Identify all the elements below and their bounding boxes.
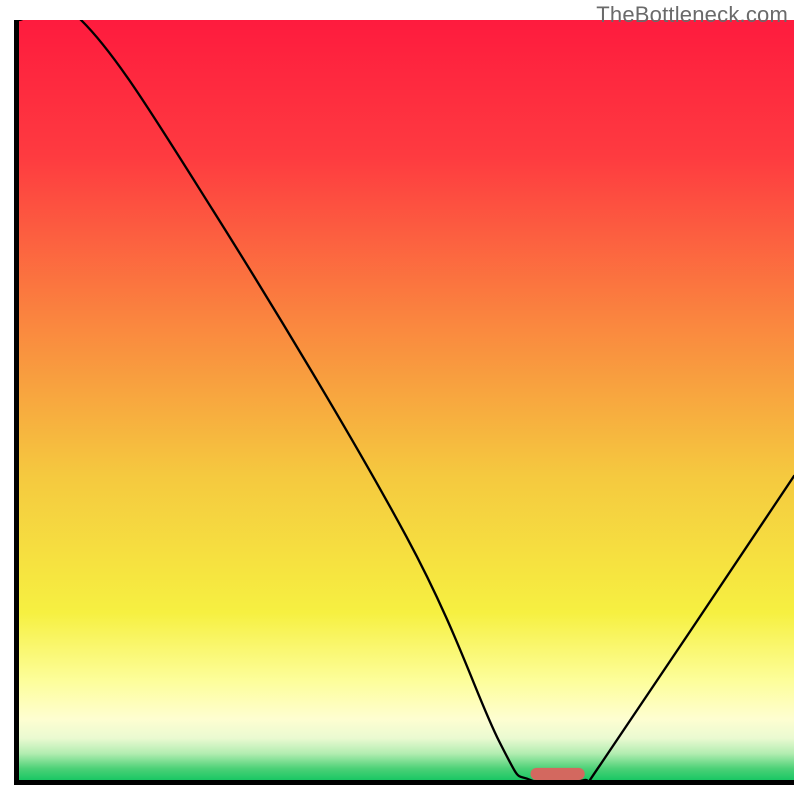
chart-container: TheBottleneck.com [0, 0, 800, 800]
highlight-marker [19, 20, 794, 780]
plot-area [14, 20, 794, 785]
watermark-label: TheBottleneck.com [596, 2, 788, 28]
gradient-background [19, 20, 794, 780]
bottleneck-curve [19, 20, 794, 780]
